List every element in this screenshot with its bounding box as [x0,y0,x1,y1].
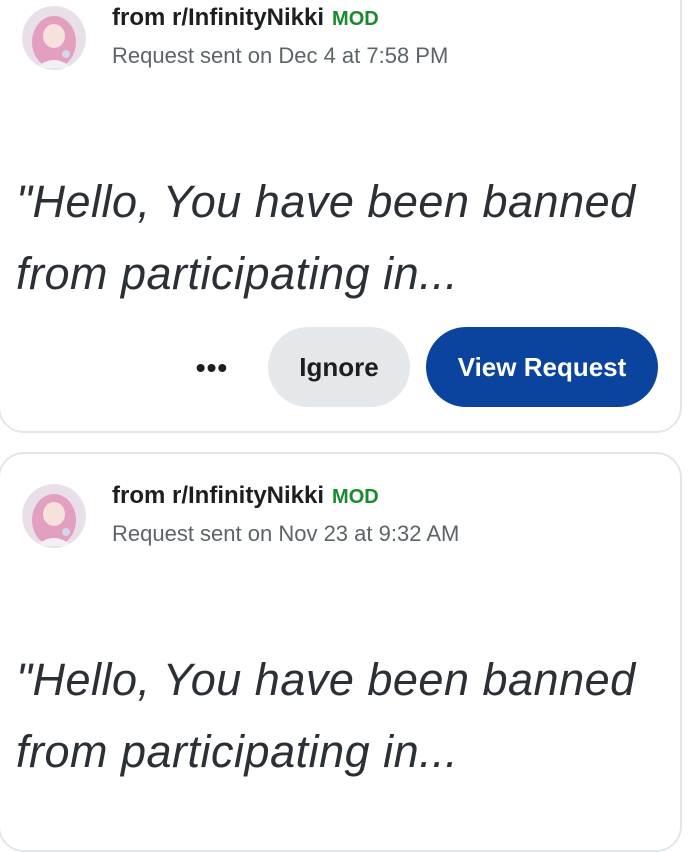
sender-label: from r/InfinityNikki [112,4,325,31]
subreddit-avatar [22,484,86,548]
message-preview-line: from participating in... [16,726,459,777]
view-request-button[interactable]: View Request [426,327,658,407]
message-preview-line: from participating in... [16,248,459,299]
message-preview: "Hello, You have been banned from partic… [16,644,656,788]
message-preview-line: "Hello, You have been banned [16,176,636,227]
request-timestamp: Request sent on Dec 4 at 7:58 PM [112,43,449,68]
request-sender: from r/InfinityNikki MOD [112,482,379,510]
mod-badge: MOD [332,486,379,508]
request-timestamp: Request sent on Nov 23 at 9:32 AM [112,521,460,546]
sender-label: from r/InfinityNikki [112,482,325,509]
message-preview: "Hello, You have been banned from partic… [16,166,656,310]
avatar-image-icon [22,484,86,548]
subreddit-avatar [22,6,86,70]
more-options-button[interactable]: ••• [190,350,234,386]
ignore-button[interactable]: Ignore [268,327,410,407]
avatar-image-icon [22,6,86,70]
message-preview-line: "Hello, You have been banned [16,654,636,705]
request-sender: from r/InfinityNikki MOD [112,4,379,32]
mod-badge: MOD [332,8,379,30]
